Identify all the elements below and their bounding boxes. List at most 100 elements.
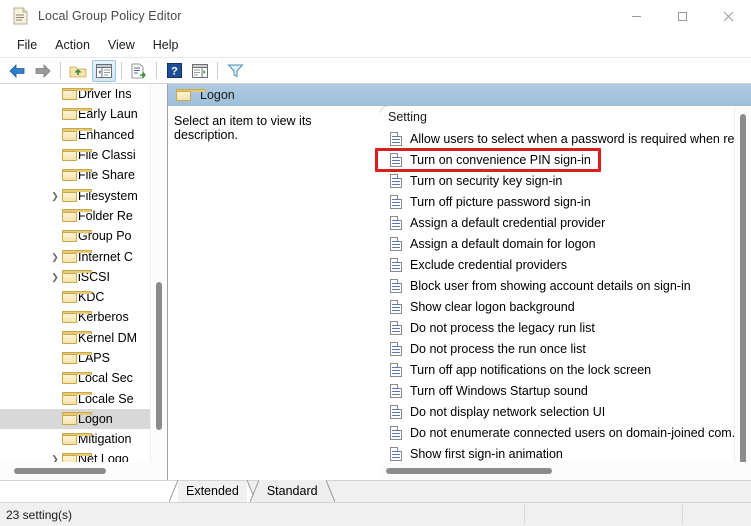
settings-list-item[interactable]: Turn off app notifications on the lock s… bbox=[380, 359, 734, 380]
help-icon[interactable]: ? bbox=[162, 60, 186, 82]
close-button[interactable] bbox=[705, 0, 751, 32]
folder-icon bbox=[62, 107, 92, 121]
window-controls bbox=[613, 0, 751, 32]
settings-vertical-scrollbar[interactable] bbox=[734, 106, 751, 480]
settings-list: Allow users to select when a password is… bbox=[380, 128, 734, 462]
policy-setting-icon bbox=[390, 362, 402, 377]
settings-list-item-label: Turn off Windows Startup sound bbox=[410, 383, 588, 398]
settings-vscroll-thumb[interactable] bbox=[740, 114, 746, 480]
settings-list-item[interactable]: Show first sign-in animation bbox=[380, 443, 734, 462]
toolbar-divider bbox=[60, 62, 61, 79]
folder-icon bbox=[62, 452, 92, 462]
tab-standard[interactable]: Standard bbox=[249, 480, 335, 502]
menu-item-help[interactable]: Help bbox=[144, 36, 188, 54]
settings-list-item-label: Do not process the run once list bbox=[410, 341, 586, 356]
maximize-button[interactable] bbox=[659, 0, 705, 32]
menu-item-view[interactable]: View bbox=[99, 36, 144, 54]
settings-list-item[interactable]: Show clear logon background bbox=[380, 296, 734, 317]
chevron-right-icon[interactable]: ❯ bbox=[50, 272, 60, 282]
settings-list-item[interactable]: Allow users to select when a password is… bbox=[380, 128, 734, 149]
show-hide-console-tree-icon[interactable] bbox=[92, 59, 116, 82]
statusbar-divider bbox=[682, 505, 683, 524]
settings-list-item[interactable]: Turn on convenience PIN sign-in bbox=[380, 149, 734, 170]
tree-item[interactable]: Logon bbox=[0, 408, 167, 430]
tree-hscroll-thumb[interactable] bbox=[14, 468, 106, 474]
tree-item[interactable]: Kernel DM bbox=[0, 328, 167, 348]
settings-list-item-label: Assign a default domain for logon bbox=[410, 236, 596, 251]
settings-column-header[interactable]: Setting bbox=[380, 106, 751, 128]
settings-list-item[interactable]: Exclude credential providers bbox=[380, 254, 734, 275]
tree-item[interactable]: Folder Re bbox=[0, 206, 167, 226]
settings-list-item[interactable]: Assign a default domain for logon bbox=[380, 233, 734, 254]
tree-item[interactable]: ❯ Filesystem bbox=[0, 185, 167, 205]
filter-icon[interactable] bbox=[223, 60, 247, 82]
chevron-right-icon[interactable]: ❯ bbox=[50, 191, 60, 201]
tree-item[interactable]: Group Po bbox=[0, 226, 167, 246]
tree-item[interactable]: File Share bbox=[0, 165, 167, 185]
policy-setting-icon bbox=[390, 383, 402, 398]
minimize-button[interactable] bbox=[613, 0, 659, 32]
tree-item[interactable]: LAPS bbox=[0, 348, 167, 368]
tree-vertical-scrollbar[interactable] bbox=[150, 84, 167, 462]
folder-icon bbox=[62, 128, 92, 141]
tree-item[interactable]: ❯ Internet C bbox=[0, 246, 167, 266]
settings-list-item[interactable]: Do not process the run once list bbox=[380, 338, 734, 359]
toolbar-divider bbox=[217, 62, 218, 79]
settings-list-item-label: Allow users to select when a password is… bbox=[410, 131, 734, 146]
tree-item[interactable]: Mitigation bbox=[0, 429, 167, 449]
settings-list-item-label: Turn off app notifications on the lock s… bbox=[410, 362, 652, 377]
export-list-icon[interactable] bbox=[127, 60, 151, 82]
settings-list-item[interactable]: Do not display network selection UI bbox=[380, 401, 734, 422]
folder-icon bbox=[176, 88, 206, 102]
settings-list-item[interactable]: Turn off Windows Startup sound bbox=[380, 380, 734, 401]
settings-list-item[interactable]: Block user from showing account details … bbox=[380, 275, 734, 296]
chevron-right-icon[interactable]: ❯ bbox=[50, 454, 60, 462]
settings-list-item-label: Show first sign-in animation bbox=[410, 446, 563, 461]
tree-item[interactable]: ❯ Net Logo bbox=[0, 449, 167, 462]
toolbar: ? bbox=[0, 58, 751, 84]
folder-icon bbox=[62, 189, 92, 202]
tree-item[interactable]: ❯ iSCSI bbox=[0, 267, 167, 287]
tree-item[interactable]: Local Sec bbox=[0, 368, 167, 388]
menu-item-file[interactable]: File bbox=[8, 36, 46, 54]
up-folder-icon[interactable] bbox=[66, 60, 90, 82]
menubar: File Action View Help bbox=[0, 32, 751, 58]
settings-list-pane: Setting Allow users to select when a pas… bbox=[380, 106, 751, 480]
tree-vscroll-thumb[interactable] bbox=[156, 282, 162, 430]
tree-item[interactable]: Locale Se bbox=[0, 388, 167, 408]
main-body: Driver Ins Early Laun Enhanced File Classi F… bbox=[0, 84, 751, 480]
settings-horizontal-scrollbar[interactable] bbox=[380, 462, 751, 480]
folder-icon bbox=[62, 148, 92, 162]
settings-hscroll-thumb[interactable] bbox=[386, 468, 552, 474]
policy-setting-icon bbox=[390, 320, 402, 335]
status-text: 23 setting(s) bbox=[6, 507, 73, 522]
tree-horizontal-scrollbar[interactable] bbox=[0, 462, 167, 480]
tree-item[interactable]: Early Laun bbox=[0, 104, 167, 124]
settings-list-item[interactable]: Turn off picture password sign-in bbox=[380, 191, 734, 212]
tab-extended[interactable]: Extended bbox=[169, 480, 256, 502]
tree-item[interactable]: KDC bbox=[0, 287, 167, 307]
console-tree-list: Driver Ins Early Laun Enhanced File Classi F… bbox=[0, 84, 167, 462]
menu-item-action[interactable]: Action bbox=[46, 36, 99, 54]
chevron-right-icon[interactable]: ❯ bbox=[50, 252, 60, 262]
forward-icon[interactable] bbox=[31, 60, 55, 82]
tree-item[interactable]: Enhanced bbox=[0, 125, 167, 145]
folder-icon bbox=[62, 392, 92, 405]
description-text: Select an item to view its description. bbox=[174, 114, 312, 142]
tree-item[interactable]: File Classi bbox=[0, 145, 167, 165]
settings-list-item[interactable]: Turn on security key sign-in bbox=[380, 170, 734, 191]
tree-item[interactable]: Kerberos bbox=[0, 307, 167, 327]
policy-setting-icon bbox=[390, 257, 402, 272]
policy-setting-icon bbox=[390, 404, 402, 419]
console-tree-pane: Driver Ins Early Laun Enhanced File Classi F… bbox=[0, 84, 168, 480]
back-icon[interactable] bbox=[5, 60, 29, 82]
description-pane: Select an item to view its description. bbox=[168, 106, 380, 480]
policy-setting-icon bbox=[390, 278, 402, 293]
show-hide-action-pane-icon[interactable] bbox=[188, 60, 212, 82]
settings-list-item[interactable]: Do not process the legacy run list bbox=[380, 317, 734, 338]
tree-item[interactable]: Driver Ins bbox=[0, 84, 167, 104]
titlebar: Local Group Policy Editor bbox=[0, 0, 751, 32]
settings-list-item-label: Turn on convenience PIN sign-in bbox=[410, 152, 591, 167]
settings-list-item[interactable]: Assign a default credential provider bbox=[380, 212, 734, 233]
settings-list-item[interactable]: Do not enumerate connected users on doma… bbox=[380, 422, 734, 443]
